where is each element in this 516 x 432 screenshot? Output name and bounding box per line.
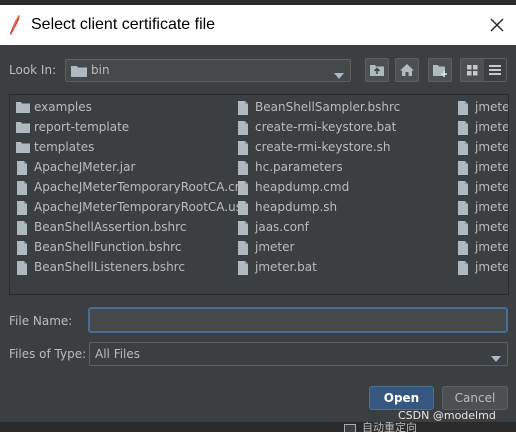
file-list-item[interactable]: jmeter	[457, 159, 509, 177]
file-list-item[interactable]: jmeter	[457, 119, 509, 137]
file-name-text: BeanShellAssertion.bshrc	[34, 220, 187, 234]
view-mode-toggle	[460, 58, 507, 82]
file-name-text: BeanShellSampler.bshrc	[255, 100, 401, 114]
file-type-value: All Files	[95, 347, 141, 361]
new-folder-button[interactable]	[428, 58, 452, 82]
file-name-input[interactable]	[88, 307, 508, 333]
file-name-label: File Name:	[9, 314, 73, 328]
file-type-dropdown[interactable]: All Files	[89, 342, 508, 366]
folder-list-item[interactable]: report-template	[16, 119, 231, 137]
file-list-item[interactable]: jmeter	[457, 99, 509, 117]
file-name-text: jmeter	[475, 220, 509, 234]
file-list-item[interactable]: jmeter	[457, 199, 509, 217]
file-list-item[interactable]: BeanShellSampler.bshrc	[237, 99, 452, 117]
file-name-text: report-template	[34, 120, 130, 134]
file-list-item[interactable]: jmeter	[457, 259, 509, 277]
file-name-text: jmeter	[475, 140, 509, 154]
file-name-text: jmeter	[475, 200, 509, 214]
dialog-title-bar: Select client certificate file	[0, 5, 516, 45]
up-folder-button[interactable]	[365, 58, 389, 82]
file-list-item[interactable]: heapdump.sh	[237, 199, 452, 217]
file-name-text: ApacheJMeterTemporaryRootCA.crt	[34, 180, 245, 194]
file-name-text: ApacheJMeter.jar	[34, 160, 136, 174]
look-in-label: Look In:	[9, 63, 57, 77]
file-list-item[interactable]: ApacheJMeterTemporaryRootCA.usr	[16, 199, 247, 217]
home-icon	[400, 64, 414, 76]
file-name-text: BeanShellListeners.bshrc	[34, 260, 185, 274]
file-list-item[interactable]: jmeter	[457, 139, 509, 157]
file-list-item[interactable]: BeanShellAssertion.bshrc	[16, 219, 231, 237]
file-list-item[interactable]: BeanShellListeners.bshrc	[16, 259, 231, 277]
file-list-item[interactable]: jaas.conf	[237, 219, 452, 237]
file-name-text: jmeter	[255, 240, 295, 254]
background-window-bar	[0, 422, 516, 432]
file-list-item[interactable]: jmeter	[457, 179, 509, 197]
watermark: CSDN @modelmd	[398, 409, 496, 422]
file-list-item[interactable]: create-rmi-keystore.sh	[237, 139, 452, 157]
file-name-text: jmeter	[475, 260, 509, 274]
look-in-value: bin	[91, 63, 110, 77]
file-list-item[interactable]: hc.parameters	[237, 159, 452, 177]
close-icon[interactable]	[487, 15, 507, 35]
chevron-down-icon	[334, 68, 344, 82]
dialog-title: Select client certificate file	[31, 16, 216, 33]
file-list-item[interactable]: BeanShellFunction.bshrc	[16, 239, 231, 257]
file-name-text: create-rmi-keystore.sh	[255, 140, 391, 154]
file-list-item[interactable]: ApacheJMeterTemporaryRootCA.crt	[16, 179, 244, 197]
file-name-text: jmeter	[475, 120, 509, 134]
file-list-item[interactable]: jmeter	[457, 239, 509, 257]
folder-list-item[interactable]: examples	[16, 99, 231, 117]
chevron-down-icon	[491, 351, 501, 365]
file-type-label: Files of Type:	[9, 347, 87, 361]
list-view-icon	[467, 65, 478, 76]
file-name-text: hc.parameters	[255, 160, 343, 174]
file-name-text: jmeter	[475, 160, 509, 174]
background-checkbox	[344, 424, 356, 432]
details-view-button[interactable]	[484, 59, 506, 81]
file-list-item[interactable]: jmeter.bat	[237, 259, 452, 277]
folder-list-item[interactable]: templates	[16, 139, 231, 157]
feather-icon	[8, 14, 22, 36]
file-name-text: BeanShellFunction.bshrc	[34, 240, 182, 254]
up-folder-icon	[370, 65, 384, 76]
list-view-button[interactable]	[461, 59, 484, 81]
file-name-text: heapdump.sh	[255, 200, 338, 214]
file-list-item[interactable]: jmeter	[457, 219, 509, 237]
file-list-item[interactable]: jmeter	[237, 239, 452, 257]
file-name-text: jmeter	[475, 240, 509, 254]
file-list-item[interactable]: ApacheJMeter.jar	[16, 159, 231, 177]
file-name-text: ApacheJMeterTemporaryRootCA.usr	[34, 200, 247, 214]
details-view-icon	[489, 65, 501, 75]
file-name-text: heapdump.cmd	[255, 180, 350, 194]
cancel-button[interactable]: Cancel	[442, 386, 508, 410]
new-folder-icon	[433, 65, 447, 77]
look-in-dropdown[interactable]: bin	[65, 59, 351, 82]
background-checkbox-label: 自动重定向	[362, 422, 417, 432]
file-name-text: jmeter	[475, 180, 509, 194]
file-name-text: jmeter.bat	[255, 260, 317, 274]
folder-icon	[71, 65, 87, 80]
file-name-text: jmeter	[475, 100, 509, 114]
file-name-text: templates	[34, 140, 95, 154]
home-button[interactable]	[395, 58, 419, 82]
file-list-item[interactable]: create-rmi-keystore.bat	[237, 119, 452, 137]
file-list-item[interactable]: heapdump.cmd	[237, 179, 452, 197]
file-list[interactable]: jmeter jmeter jmeter jmeter jmeter jmeter jmet…	[9, 94, 509, 295]
file-name-text: create-rmi-keystore.bat	[255, 120, 397, 134]
file-name-text: jaas.conf	[255, 220, 309, 234]
open-button[interactable]: Open	[369, 386, 434, 410]
file-name-text: examples	[34, 100, 92, 114]
